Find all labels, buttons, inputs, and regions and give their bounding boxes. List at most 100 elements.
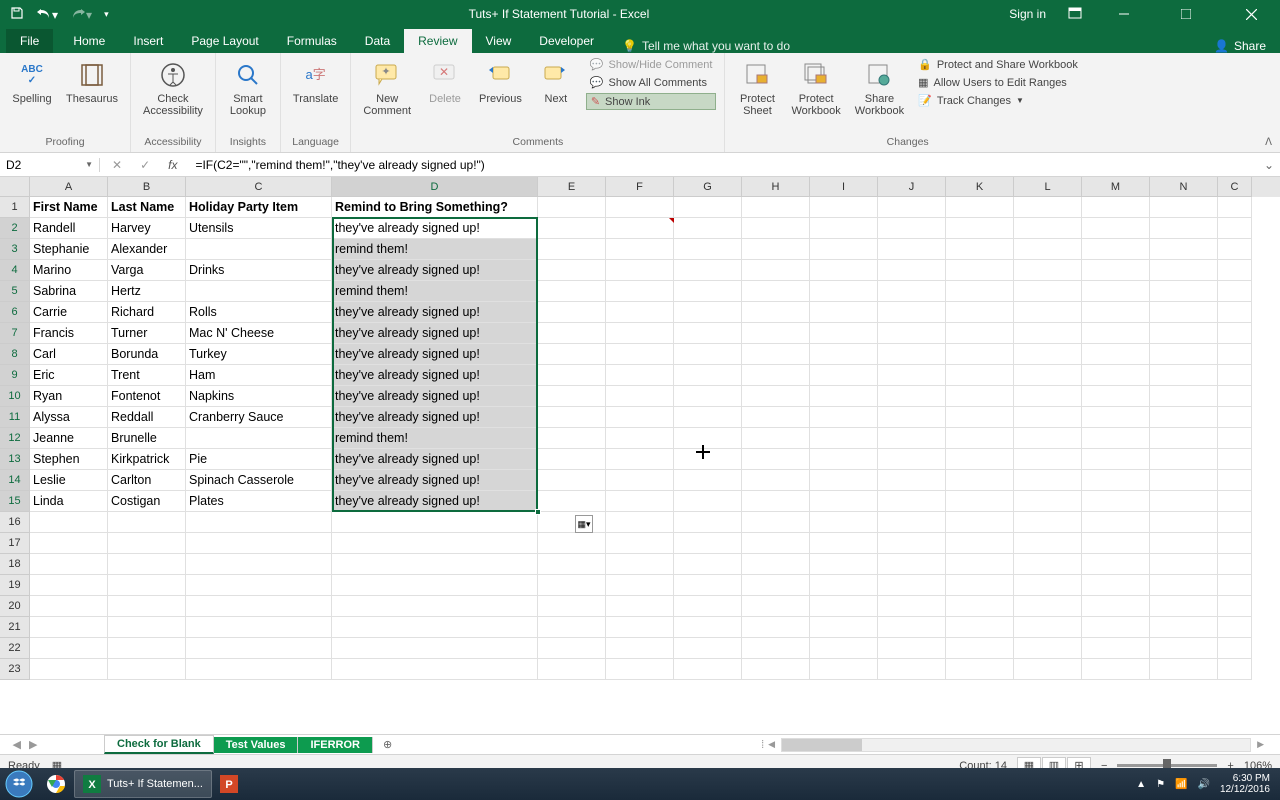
cell[interactable] — [810, 260, 878, 281]
cell[interactable] — [878, 596, 946, 617]
cell[interactable] — [810, 344, 878, 365]
cell[interactable] — [1218, 197, 1252, 218]
sign-in-link[interactable]: Sign in — [1009, 7, 1046, 21]
col-header-M[interactable]: M — [1082, 177, 1150, 197]
cell[interactable] — [606, 596, 674, 617]
cell[interactable] — [946, 239, 1014, 260]
cell[interactable] — [674, 512, 742, 533]
tab-home[interactable]: Home — [59, 29, 119, 53]
cell[interactable] — [946, 554, 1014, 575]
cell[interactable] — [1082, 659, 1150, 680]
fill-handle[interactable] — [535, 509, 541, 515]
cell[interactable] — [332, 554, 538, 575]
cell[interactable] — [878, 302, 946, 323]
tab-insert[interactable]: Insert — [119, 29, 177, 53]
cell[interactable] — [1082, 239, 1150, 260]
cell[interactable]: they've already signed up! — [332, 365, 538, 386]
cell[interactable]: Holiday Party Item — [186, 197, 332, 218]
row-header-13[interactable]: 13 — [0, 449, 30, 470]
cell[interactable] — [1014, 428, 1082, 449]
cell[interactable] — [1150, 491, 1218, 512]
cell[interactable] — [674, 365, 742, 386]
cell[interactable] — [1150, 407, 1218, 428]
cell[interactable]: Alexander — [108, 239, 186, 260]
cell[interactable]: they've already signed up! — [332, 302, 538, 323]
cell[interactable] — [742, 575, 810, 596]
protect-workbook-button[interactable]: Protect Workbook — [787, 57, 844, 119]
cell[interactable] — [332, 533, 538, 554]
row-header-18[interactable]: 18 — [0, 554, 30, 575]
cell[interactable] — [1014, 365, 1082, 386]
cell[interactable]: Mac N' Cheese — [186, 323, 332, 344]
cell[interactable] — [606, 407, 674, 428]
cell[interactable] — [674, 617, 742, 638]
cell[interactable] — [878, 365, 946, 386]
cell[interactable] — [108, 533, 186, 554]
cell[interactable]: Fontenot — [108, 386, 186, 407]
cell[interactable] — [810, 365, 878, 386]
cell[interactable] — [538, 407, 606, 428]
cell[interactable] — [1218, 323, 1252, 344]
cell[interactable] — [674, 197, 742, 218]
cell[interactable] — [946, 428, 1014, 449]
cell[interactable] — [674, 533, 742, 554]
cell[interactable]: Cranberry Sauce — [186, 407, 332, 428]
cell[interactable] — [1150, 449, 1218, 470]
cell[interactable] — [538, 197, 606, 218]
cell[interactable] — [186, 512, 332, 533]
cell[interactable]: remind them! — [332, 281, 538, 302]
cell[interactable] — [742, 323, 810, 344]
cell[interactable] — [946, 218, 1014, 239]
row-header-20[interactable]: 20 — [0, 596, 30, 617]
cell[interactable] — [1082, 386, 1150, 407]
cell[interactable]: they've already signed up! — [332, 491, 538, 512]
cell[interactable] — [742, 218, 810, 239]
cell[interactable] — [1014, 512, 1082, 533]
cell[interactable] — [538, 659, 606, 680]
cell[interactable] — [186, 638, 332, 659]
cell[interactable]: First Name — [30, 197, 108, 218]
cell[interactable] — [30, 659, 108, 680]
cell[interactable]: Last Name — [108, 197, 186, 218]
cell[interactable] — [186, 533, 332, 554]
cell[interactable] — [1218, 239, 1252, 260]
cell[interactable]: remind them! — [332, 428, 538, 449]
translate-button[interactable]: a字 Translate — [289, 57, 342, 107]
cell[interactable] — [810, 512, 878, 533]
cell[interactable] — [810, 407, 878, 428]
cell[interactable] — [946, 302, 1014, 323]
cell[interactable] — [946, 596, 1014, 617]
auto-fill-options-button[interactable]: ▦▾ — [575, 515, 593, 533]
cell[interactable] — [332, 659, 538, 680]
cell[interactable] — [1150, 323, 1218, 344]
cell[interactable]: Marino — [30, 260, 108, 281]
cell[interactable] — [878, 344, 946, 365]
cell[interactable] — [606, 617, 674, 638]
cell[interactable] — [1082, 323, 1150, 344]
cell[interactable] — [674, 323, 742, 344]
fx-icon[interactable]: fx — [168, 158, 177, 172]
cell[interactable] — [1218, 491, 1252, 512]
cell[interactable] — [742, 365, 810, 386]
cell[interactable] — [674, 281, 742, 302]
cell[interactable] — [1082, 554, 1150, 575]
row-header-2[interactable]: 2 — [0, 218, 30, 239]
cell[interactable] — [1218, 512, 1252, 533]
cell[interactable] — [878, 386, 946, 407]
cell[interactable] — [1218, 428, 1252, 449]
cell[interactable] — [1150, 617, 1218, 638]
cell[interactable] — [1082, 197, 1150, 218]
next-comment-button[interactable]: Next — [532, 57, 580, 107]
volume-icon[interactable]: 🔊 — [1197, 779, 1209, 790]
cell[interactable] — [810, 659, 878, 680]
cells-area[interactable]: First NameLast NameHoliday Party ItemRem… — [30, 197, 1252, 680]
cell[interactable] — [1014, 344, 1082, 365]
cell[interactable] — [1150, 281, 1218, 302]
cell[interactable] — [606, 554, 674, 575]
cell[interactable] — [674, 575, 742, 596]
cell[interactable] — [186, 239, 332, 260]
row-header-9[interactable]: 9 — [0, 365, 30, 386]
close-button[interactable] — [1228, 0, 1274, 28]
row-header-19[interactable]: 19 — [0, 575, 30, 596]
cell[interactable] — [1150, 428, 1218, 449]
